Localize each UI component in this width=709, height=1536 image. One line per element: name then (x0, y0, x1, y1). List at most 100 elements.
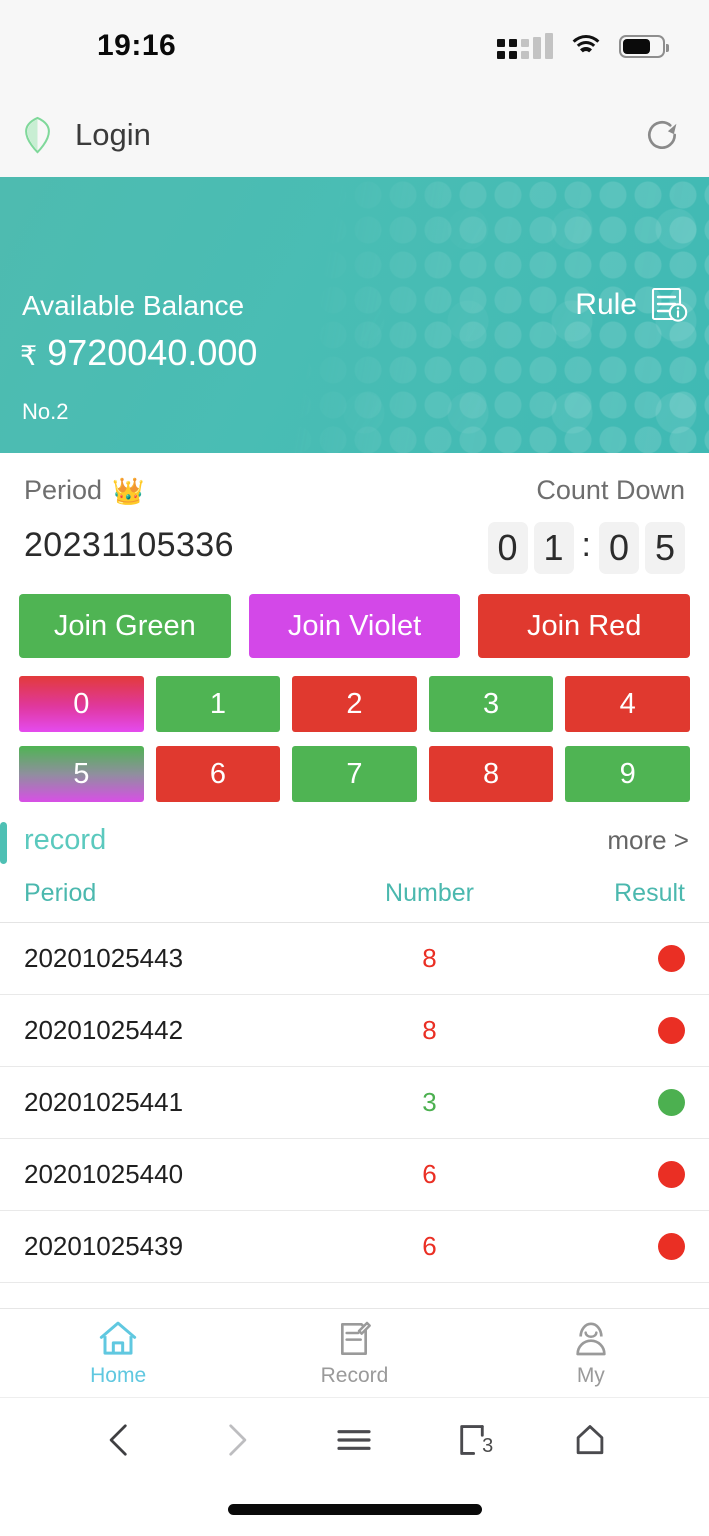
currency-symbol: ₹ (20, 341, 38, 371)
browser-tabs-button[interactable]: 3 (445, 1413, 499, 1467)
chevron-left-icon (109, 1424, 127, 1456)
number-button-8[interactable]: 8 (428, 746, 554, 802)
record-header: record more > (0, 816, 709, 864)
app-title: Login (75, 116, 151, 152)
number-grid-row-2: 5 6 7 8 9 (19, 746, 690, 802)
browser-forward-button[interactable] (210, 1413, 264, 1467)
crown-icon: 👑 (112, 475, 145, 506)
record-period: 20201025439 (24, 1231, 184, 1261)
number-button-9[interactable]: 9 (565, 746, 690, 802)
join-green-button[interactable]: Join Green (19, 594, 231, 658)
countdown-digit-sec-tens: 0 (599, 522, 639, 574)
rule-document-info-icon (651, 287, 688, 322)
join-buttons-row: Join Green Join Violet Join Red (0, 574, 709, 658)
shield-icon (25, 116, 50, 153)
table-row[interactable]: 20201025441 3 (0, 1067, 709, 1139)
balance-amount-value: 9720040.000 (47, 332, 258, 373)
tab-record[interactable]: Record (236, 1309, 472, 1397)
table-row[interactable]: 20201025440 6 (0, 1139, 709, 1211)
home-indicator (227, 1503, 482, 1515)
record-result (535, 1233, 685, 1260)
record-result (535, 1017, 685, 1044)
number-grid: 0 1 2 3 4 5 6 7 8 9 (0, 658, 709, 816)
app-header: Login (0, 92, 709, 177)
rule-button[interactable]: Rule (575, 285, 689, 325)
number-button-5[interactable]: 5 (19, 746, 144, 802)
number-button-6[interactable]: 6 (155, 746, 281, 802)
record-accent-bar (0, 822, 7, 864)
browser-menu-button[interactable] (327, 1413, 381, 1467)
record-number: 8 (422, 943, 437, 973)
wifi-icon (567, 33, 605, 59)
person-icon (576, 1322, 606, 1355)
record-period: 20201025442 (24, 1015, 184, 1045)
record-number: 6 (422, 1231, 437, 1261)
countdown-digit-min-tens: 0 (487, 522, 528, 574)
number-button-1[interactable]: 1 (155, 676, 281, 732)
number-button-0[interactable]: 0 (19, 676, 144, 732)
record-number: 3 (422, 1087, 437, 1117)
battery-icon (619, 34, 669, 58)
tab-record-label: Record (320, 1363, 389, 1387)
tab-home[interactable]: Home (0, 1309, 236, 1397)
join-violet-button[interactable]: Join Violet (248, 594, 461, 658)
phone-screen: 19:16 Login Available Balance ₹ 9720040.… (0, 0, 709, 1536)
record-table-header: Period Number Result (0, 857, 709, 923)
record-period: 20201025440 (24, 1159, 184, 1189)
result-dot-icon (658, 1017, 685, 1044)
record-number: 8 (422, 1015, 437, 1045)
number-button-7[interactable]: 7 (292, 746, 417, 802)
period-label-wrap: Period 👑 (24, 475, 234, 506)
tab-my[interactable]: My (473, 1309, 709, 1397)
period-value: 20231105336 (24, 526, 234, 564)
browser-home-icon (576, 1425, 604, 1455)
available-balance-label: Available Balance (22, 290, 245, 321)
record-result (535, 1089, 685, 1116)
countdown-label: Count Down (536, 475, 685, 505)
result-dot-icon (658, 1089, 685, 1116)
tab-my-label: My (576, 1363, 605, 1387)
browser-home-button[interactable] (563, 1413, 617, 1467)
status-bar-time: 19:16 (97, 29, 177, 62)
column-header-result: Result (614, 879, 685, 907)
record-period: 20201025441 (24, 1087, 184, 1117)
column-header-period: Period (24, 879, 97, 907)
period-block: Period 👑 20231105336 (24, 475, 234, 565)
number-button-4[interactable]: 4 (565, 676, 690, 732)
tab-home-label: Home (90, 1363, 147, 1387)
signal-icon (497, 33, 553, 59)
table-row[interactable]: 20201025443 8 (0, 923, 709, 995)
browser-navigation-bar: 3 (0, 1397, 709, 1482)
record-more-link[interactable]: more > (607, 825, 689, 856)
browser-back-button[interactable] (92, 1413, 146, 1467)
countdown-block: Count Down 0 1 : 0 5 (487, 475, 685, 574)
hamburger-menu-icon (337, 1430, 372, 1450)
countdown-separator: : (581, 525, 591, 564)
period-countdown-row: Period 👑 20231105336 Count Down 0 1 : 0 … (0, 453, 709, 574)
table-row[interactable]: 20201025439 6 (0, 1211, 709, 1283)
countdown-digit-sec-ones: 5 (645, 522, 685, 574)
home-icon (99, 1321, 137, 1355)
record-icon (341, 1321, 372, 1355)
record-result (535, 945, 685, 972)
result-dot-icon (658, 1161, 685, 1188)
rule-label: Rule (575, 288, 637, 321)
refresh-icon[interactable] (643, 116, 681, 154)
table-row[interactable]: 20201025442 8 (0, 995, 709, 1067)
account-number-label: No.2 (22, 399, 69, 424)
countdown-digit-min-ones: 1 (533, 522, 574, 574)
number-button-2[interactable]: 2 (292, 676, 417, 732)
result-dot-icon (658, 945, 685, 972)
result-dot-icon (658, 1233, 685, 1260)
status-bar-icons (497, 33, 669, 59)
number-grid-row-1: 0 1 2 3 4 (19, 676, 690, 732)
record-table-body: 20201025443 8 20201025442 8 20201025441 … (0, 923, 709, 1308)
column-header-number: Number (385, 879, 474, 907)
bottom-tab-bar: Home Record My (0, 1308, 709, 1397)
record-period: 20201025443 (24, 943, 184, 973)
record-number: 6 (422, 1159, 437, 1189)
countdown-digits: 0 1 : 0 5 (487, 522, 685, 574)
number-button-3[interactable]: 3 (428, 676, 554, 732)
join-red-button[interactable]: Join Red (478, 594, 691, 658)
balance-amount: ₹ 9720040.000 (20, 332, 257, 374)
